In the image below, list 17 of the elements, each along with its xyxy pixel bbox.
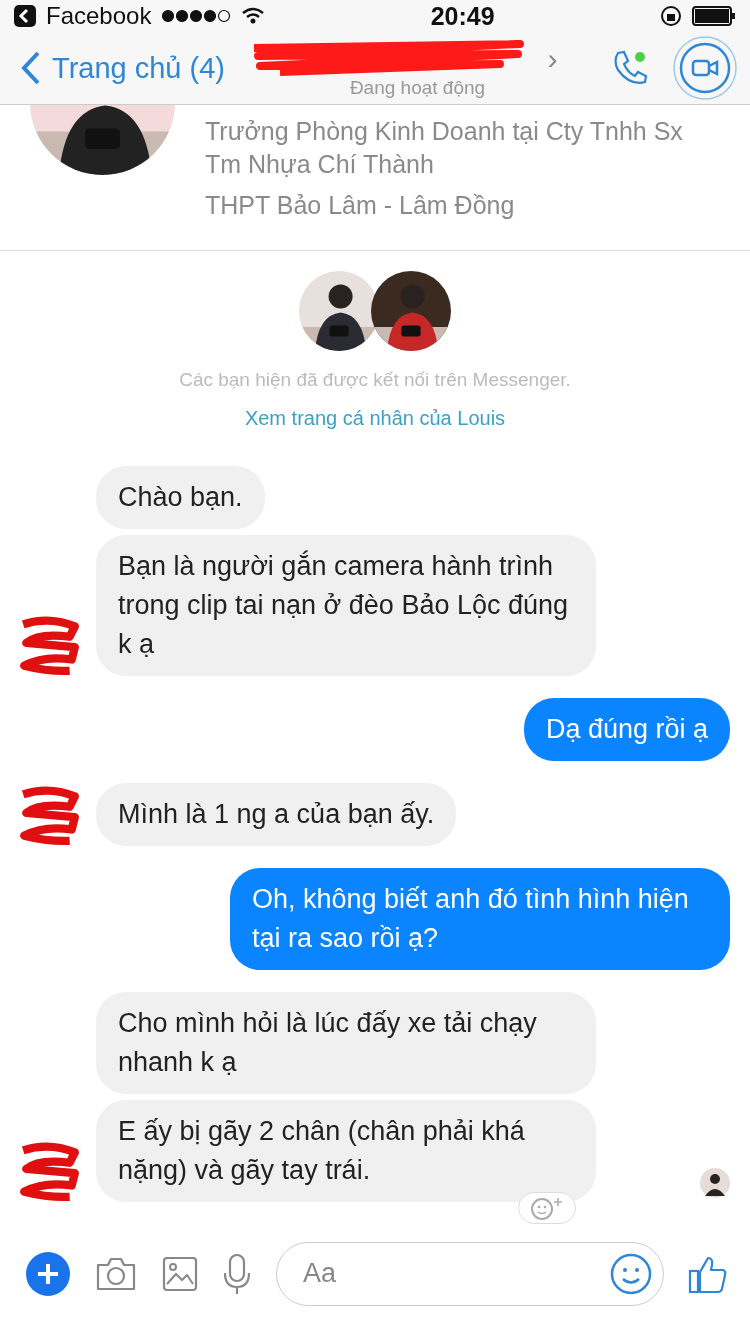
chevron-right-icon[interactable]: › [547,47,558,72]
message-bubble: Oh, không biết anh đó tình hình hiện tại ra sao rồi ạ? [230,868,730,971]
message-bubble: Chào bạn. [96,466,265,530]
back-link[interactable]: Trang chủ (4) [20,50,225,87]
message-bubble: Dạ đúng rồi ạ [523,698,730,762]
message-bubble: E ấy bị gãy 2 chân (chân phải khá nặng) và gãy tay trái. [96,1100,596,1203]
message-bubble: Mình là 1 ng a của bạn ấy. [96,783,457,847]
back-app-label[interactable]: Facebook [46,2,152,31]
message-bubble: Bạn là người gắn camera hành trình trong clip tai nạn ở đèo Bảo Lộc đúng k ạ [96,535,596,677]
active-status: Đang hoạt động [349,77,486,100]
connected-note: Các bạn hiện đã được kết nối trên Messenger. [179,369,571,392]
message-bubble: Cho mình hỏi là lúc đấy xe tải chạy nhanh k ạ [96,992,596,1095]
profile-link[interactable]: Xem trang cá nhân của Louis [244,407,506,431]
profile-info-text: THPT Bảo Lâm - Lâm Đồng [205,190,516,222]
clock-time: 20:49 [429,1,496,31]
message-input-field[interactable]: Aa [276,1241,664,1306]
profile-info-text: Trưởng Phòng Kinh Doanh tại Cty Tnhh Sx Tm Nhựa Chí Thành [205,116,684,181]
